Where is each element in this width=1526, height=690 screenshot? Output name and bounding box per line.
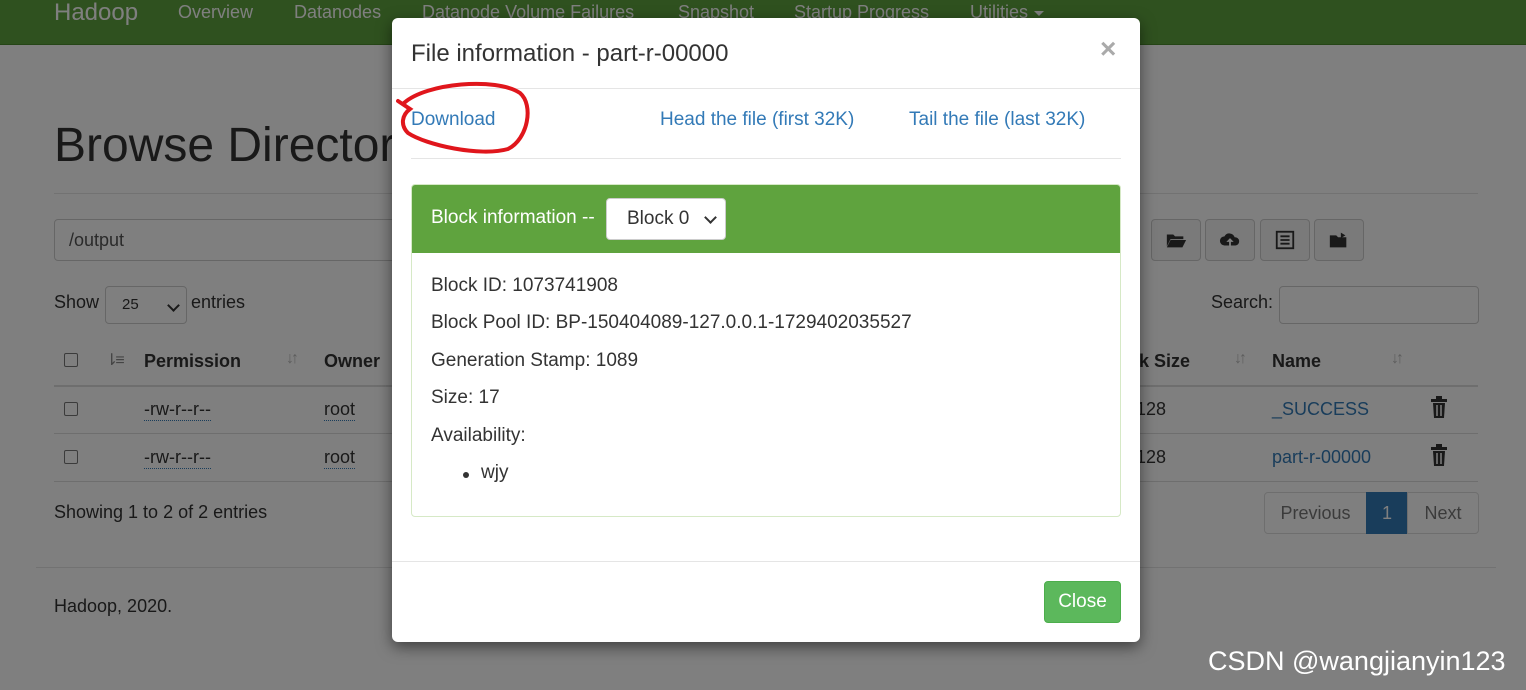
block-information-panel: Block information -- Block 0 Block ID: 1… (411, 184, 1121, 517)
block-id: Block ID: 1073741908 (431, 275, 618, 296)
close-button[interactable]: Close (1044, 581, 1121, 623)
close-icon[interactable]: × (1100, 34, 1116, 64)
links-divider (411, 158, 1121, 159)
block-select[interactable]: Block 0 (606, 198, 726, 240)
chevron-down-icon (704, 211, 717, 224)
block-pool-id: Block Pool ID: BP-150404089-127.0.0.1-17… (431, 312, 912, 333)
block-select-value: Block 0 (627, 208, 690, 229)
modal-title: File information - part-r-00000 (411, 40, 729, 67)
watermark: CSDN @wangjianyin123 (1208, 646, 1506, 676)
modal-footer-divider (392, 561, 1140, 562)
block-panel-header: Block information -- Block 0 (412, 185, 1120, 253)
availability-node: wjy (481, 462, 509, 483)
list-bullet (463, 472, 469, 478)
generation-stamp: Generation Stamp: 1089 (431, 350, 639, 371)
block-size: Size: 17 (431, 387, 500, 408)
block-information-label: Block information -- (431, 207, 595, 228)
annotation-circle (396, 81, 530, 154)
availability-label: Availability: (431, 425, 526, 446)
head-file-link[interactable]: Head the file (first 32K) (660, 109, 854, 131)
tail-file-link[interactable]: Tail the file (last 32K) (909, 109, 1085, 131)
